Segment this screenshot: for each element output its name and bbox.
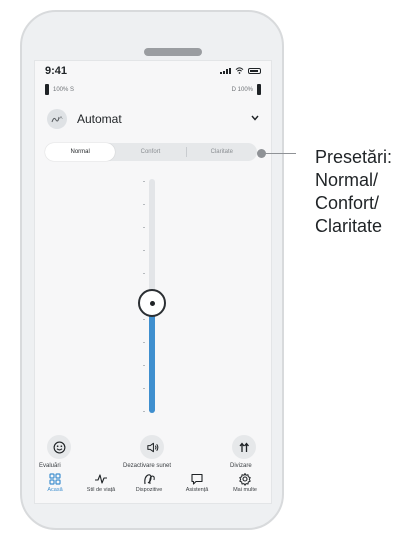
callout-line-3: Confort/: [315, 193, 380, 213]
bottom-tab-bar: Acasă Stil de viață Dispozitive Asistenț…: [35, 471, 271, 503]
svg-text:A: A: [60, 115, 63, 120]
tab-support[interactable]: Asistență: [177, 471, 217, 501]
chat-bubble-icon: [191, 473, 203, 485]
preset-normal[interactable]: Normal: [45, 143, 116, 161]
hearing-aid-icon: [144, 474, 155, 485]
volume-tick: [143, 319, 145, 320]
volume-tick: [143, 204, 145, 205]
volume-tick: [143, 273, 145, 274]
left-hearing-aid-label: 100% S: [53, 86, 75, 93]
quick-actions: Evaluări Dezactivare sunet Divizare: [35, 435, 271, 469]
callout-line-1: Presetări:: [315, 147, 393, 167]
chevron-down-icon: [251, 115, 259, 121]
tab-support-label: Asistență: [185, 487, 209, 493]
gear-icon: [239, 473, 251, 486]
home-grid-icon: [49, 473, 61, 485]
signal-icon: [220, 68, 231, 74]
tab-more-label: Mai multe: [233, 487, 257, 493]
status-time: 9:41: [45, 65, 68, 77]
volume-slider[interactable]: [35, 173, 271, 413]
callout-line-4: Claritate: [315, 216, 383, 236]
right-battery-icon: [257, 84, 261, 95]
preset-confort[interactable]: Confort: [115, 143, 185, 161]
split-label: Divizare: [230, 463, 252, 469]
smiley-icon: [53, 441, 65, 453]
left-hearing-aid-status: 100% S: [45, 84, 74, 95]
system-icons: [220, 67, 261, 74]
preset-claritate[interactable]: Claritate: [187, 143, 257, 161]
tab-lifestyle-label: Stil de viață: [86, 487, 116, 493]
volume-slider-handle[interactable]: [138, 289, 166, 318]
app-screen: 9:41 100% S D 100% A Automat Normal Conf…: [34, 60, 272, 504]
split-button[interactable]: [232, 435, 256, 459]
phone-speaker: [144, 48, 202, 56]
callout-line-2: Normal/: [315, 170, 379, 190]
mute-button[interactable]: [140, 435, 164, 459]
speaker-icon: [146, 442, 158, 452]
volume-fill: [149, 303, 155, 413]
tab-devices-label: Dispozitive: [135, 487, 163, 493]
preset-confort-label: Confort: [140, 149, 161, 155]
tab-home[interactable]: Acasă: [35, 471, 75, 501]
tab-more[interactable]: Mai multe: [225, 471, 265, 501]
split-sliders-icon: [239, 442, 250, 452]
mute-label: Dezactivare sunet: [123, 463, 172, 469]
tab-devices[interactable]: Dispozitive: [129, 471, 169, 501]
preset-claritate-label: Claritate: [210, 149, 233, 155]
tab-lifestyle[interactable]: Stil de viață: [81, 471, 121, 501]
volume-tick: [143, 227, 145, 228]
automatic-program-icon: A: [47, 109, 67, 129]
volume-tick: [143, 388, 145, 389]
battery-icon: [248, 68, 261, 74]
volume-tick: [143, 411, 145, 412]
presets-callout: Presetări: Normal/ Confort/ Claritate: [315, 146, 415, 238]
right-hearing-aid-label: D 100%: [231, 86, 253, 93]
volume-tick: [143, 250, 145, 251]
activity-icon: [95, 474, 107, 484]
ratings-button[interactable]: [47, 435, 71, 459]
wifi-icon: [235, 67, 244, 74]
preset-normal-label: Normal: [70, 149, 90, 155]
volume-tick: [143, 181, 145, 182]
volume-tick: [143, 365, 145, 366]
callout-line: [262, 153, 296, 154]
preset-segmented-control: Normal Confort Claritate: [45, 143, 257, 161]
tab-home-label: Acasă: [47, 487, 63, 493]
volume-tick: [143, 342, 145, 343]
program-selector[interactable]: A Automat: [45, 107, 263, 131]
right-hearing-aid-status: D 100%: [232, 84, 261, 95]
left-battery-icon: [45, 84, 49, 95]
status-bar: 9:41: [35, 61, 271, 81]
program-name: Automat: [77, 112, 122, 126]
ratings-label: Evaluări: [39, 463, 61, 469]
